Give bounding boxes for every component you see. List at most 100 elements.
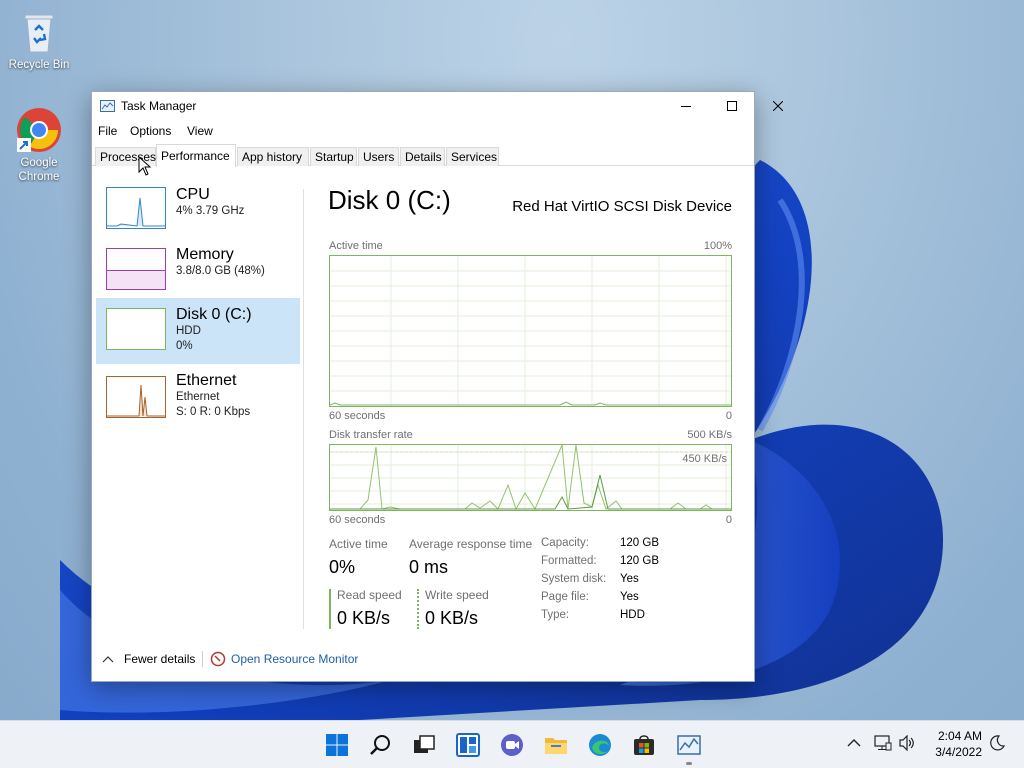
transfer-rate-graph: 450 KB/s xyxy=(329,444,732,511)
cpu-thumbnail-graph xyxy=(106,187,166,229)
type-value: HDD xyxy=(620,609,645,621)
transfer-rate-graph-min: 0 xyxy=(725,514,732,526)
read-speed-label: Read speed xyxy=(337,588,402,602)
sidebar-item-cpu[interactable]: CPU 4% 3.79 GHz xyxy=(96,174,300,240)
sidebar-disk-name: Disk 0 (C:) xyxy=(176,306,252,323)
store-icon xyxy=(634,735,654,755)
edge-button[interactable] xyxy=(588,733,612,757)
read-speed-marker xyxy=(329,589,331,629)
search-button[interactable] xyxy=(369,733,393,757)
transfer-rate-graph-mid-label: 450 KB/s xyxy=(682,453,727,465)
clock-button[interactable]: 2:04 AM 3/4/2022 xyxy=(928,728,982,760)
tab-startup[interactable]: Startup xyxy=(310,147,357,166)
task-manager-running-indicator xyxy=(686,762,692,765)
footer-divider xyxy=(202,651,203,667)
page-file-label: Page file: xyxy=(541,591,589,603)
network-button[interactable] xyxy=(874,735,892,754)
close-button[interactable] xyxy=(755,92,801,120)
task-manager-icon xyxy=(677,735,701,755)
read-speed-value: 0 KB/s xyxy=(337,608,391,628)
sidebar-cpu-name: CPU xyxy=(176,186,210,203)
task-view-button[interactable] xyxy=(412,733,436,757)
avg-response-value: 0 ms xyxy=(409,557,449,577)
title-bar[interactable]: Task Manager xyxy=(92,92,783,120)
sidebar-memory-usage: 3.8/8.0 GB (48%) xyxy=(176,265,265,277)
network-icon xyxy=(874,735,892,751)
edge-icon xyxy=(589,734,611,756)
show-hidden-icons-button[interactable] xyxy=(847,737,861,751)
focus-assist-moon-icon xyxy=(990,735,1006,751)
menu-file[interactable]: File xyxy=(98,124,117,138)
system-disk-value: Yes xyxy=(620,573,639,585)
file-explorer-button[interactable] xyxy=(544,733,568,757)
transfer-rate-graph-label: Disk transfer rate xyxy=(329,429,413,441)
formatted-value: 120 GB xyxy=(620,555,659,567)
active-time-graph-xlabel: 60 seconds xyxy=(329,410,386,422)
write-speed-label: Write speed xyxy=(425,588,489,602)
widgets-icon xyxy=(456,733,480,757)
page-file-value: Yes xyxy=(620,591,639,603)
clock-time: 2:04 AM xyxy=(937,729,982,743)
start-button[interactable] xyxy=(325,733,349,757)
maximize-icon xyxy=(727,101,737,111)
minimize-icon xyxy=(681,106,691,107)
disk-model: Red Hat VirtIO SCSI Disk Device xyxy=(512,198,732,215)
ethernet-thumbnail-graph xyxy=(106,376,166,418)
task-view-icon xyxy=(414,735,435,753)
recycle-bin-label: Recycle Bin xyxy=(8,59,70,71)
sidebar-disk-type: HDD xyxy=(176,325,201,337)
notifications-button[interactable] xyxy=(989,735,1006,754)
disk-title: Disk 0 (C:) xyxy=(328,185,451,215)
formatted-label: Formatted: xyxy=(541,555,597,567)
clock-date: 3/4/2022 xyxy=(935,745,982,759)
fewer-details-button[interactable]: Fewer details xyxy=(102,650,195,668)
window-footer: Fewer details Open Resource Monitor xyxy=(92,647,754,673)
chat-icon xyxy=(501,734,523,756)
chevron-up-icon xyxy=(102,656,114,663)
menu-options[interactable]: Options xyxy=(130,124,171,138)
recycle-bin-icon xyxy=(15,8,63,56)
disk-thumbnail-graph xyxy=(106,308,166,350)
tab-details[interactable]: Details xyxy=(400,147,445,166)
chrome-icon xyxy=(15,106,63,154)
task-manager-app-icon xyxy=(100,100,115,112)
folder-icon xyxy=(545,738,567,754)
chevron-up-icon xyxy=(847,739,861,747)
recycle-bin-shortcut[interactable]: Recycle Bin xyxy=(1,8,77,72)
tab-strip: Processes Performance App history Startu… xyxy=(92,144,754,167)
transfer-rate-graph-max: 500 KB/s xyxy=(687,429,732,441)
write-speed-marker xyxy=(417,589,419,629)
microsoft-store-button[interactable] xyxy=(632,733,656,757)
memory-thumbnail-graph xyxy=(106,248,166,290)
resource-monitor-icon xyxy=(210,651,226,667)
task-manager-window: Task Manager File Options View Processes… xyxy=(91,91,783,682)
open-resource-monitor-link[interactable]: Open Resource Monitor xyxy=(210,650,358,668)
sidebar-memory-name: Memory xyxy=(176,246,234,263)
tab-app-history[interactable]: App history xyxy=(237,147,309,166)
sidebar-ethernet-name: Ethernet xyxy=(176,372,237,389)
sidebar-ethernet-throughput: S: 0 R: 0 Kbps xyxy=(176,406,251,418)
fewer-details-label: Fewer details xyxy=(124,652,196,666)
active-time-graph xyxy=(329,255,732,407)
sidebar-item-ethernet[interactable]: Ethernet Ethernet S: 0 R: 0 Kbps xyxy=(96,366,300,432)
tab-users[interactable]: Users xyxy=(358,147,399,166)
google-chrome-shortcut[interactable]: Google Chrome xyxy=(1,106,77,184)
active-time-graph-min: 0 xyxy=(725,410,732,422)
tab-services[interactable]: Services xyxy=(446,147,499,166)
window-title: Task Manager xyxy=(121,99,197,113)
minimize-button[interactable] xyxy=(663,92,709,120)
menu-view[interactable]: View xyxy=(187,124,213,138)
close-icon xyxy=(773,101,783,111)
active-time-value: 0% xyxy=(329,557,356,577)
tab-performance[interactable]: Performance xyxy=(156,144,236,167)
widgets-button[interactable] xyxy=(456,733,480,757)
sidebar-item-memory[interactable]: Memory 3.8/8.0 GB (48%) xyxy=(96,234,300,300)
volume-button[interactable] xyxy=(898,734,916,754)
maximize-button[interactable] xyxy=(709,92,755,120)
open-resource-monitor-label: Open Resource Monitor xyxy=(231,652,359,666)
task-manager-taskbar-button[interactable] xyxy=(677,733,701,757)
menu-bar: File Options View xyxy=(92,120,754,142)
sidebar-item-disk-0[interactable]: Disk 0 (C:) HDD 0% xyxy=(96,298,300,364)
write-speed-value: 0 KB/s xyxy=(425,608,479,628)
chat-button[interactable] xyxy=(500,733,524,757)
